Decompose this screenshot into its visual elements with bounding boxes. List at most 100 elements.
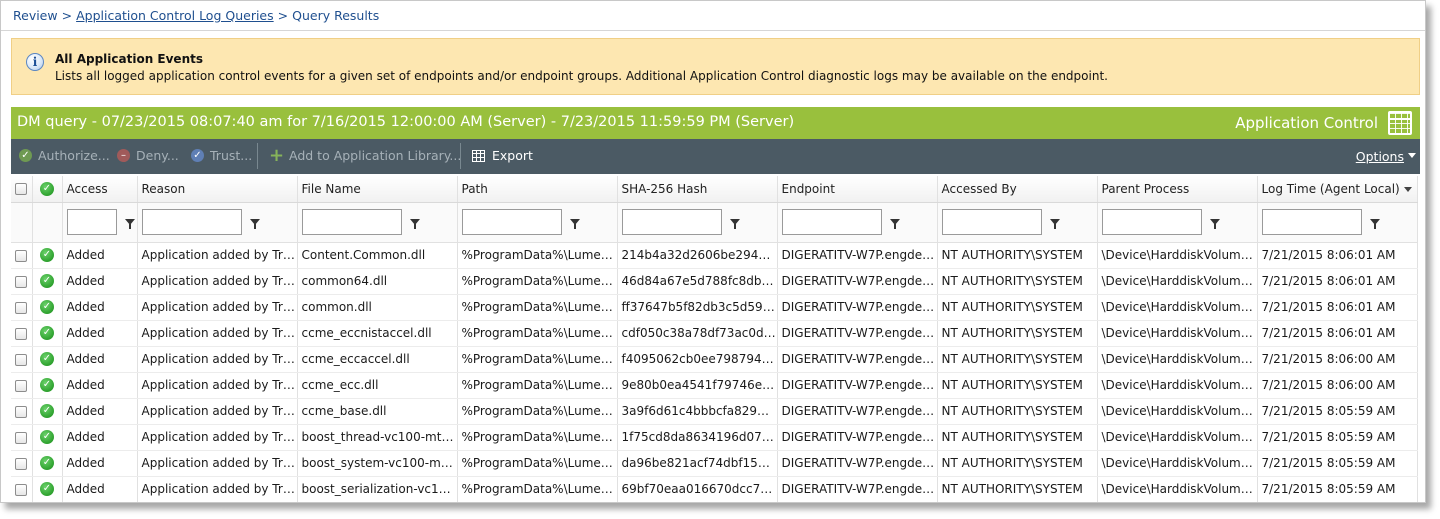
table-row[interactable]: ✓ Added Application added by Trust... commo… [11,294,1418,321]
breadcrumb-log-queries[interactable]: Application Control Log Queries [76,8,274,23]
breadcrumb-review[interactable]: Review [13,8,58,23]
checkbox[interactable] [15,431,28,444]
filter-parent-process-input[interactable] [1101,209,1202,235]
filter-endpoint-input[interactable] [781,209,882,235]
add-to-library-button[interactable]: + Add to Application Library... [269,145,461,166]
filter-funnel-icon[interactable] [1049,219,1060,229]
path-cell: %ProgramData%\Lumensio... [457,242,618,269]
row-checkbox[interactable] [11,372,33,399]
row-checkbox[interactable] [11,346,33,373]
column-header-sha256[interactable]: SHA-256 Hash [617,176,778,203]
row-checkbox[interactable] [11,424,33,451]
reason-cell: Application added by Trust... [137,398,298,425]
column-header-file-name[interactable]: File Name [297,176,458,203]
checkbox[interactable] [15,275,28,288]
column-header-access[interactable]: Access [62,176,138,203]
select-all-checkbox[interactable] [11,176,33,203]
export-button[interactable]: Export [472,148,533,163]
reason-cell: Application added by Trust... [137,372,298,399]
table-row[interactable]: ✓ Added Application added by Trust... ccme_… [11,346,1418,373]
parent-process-cell: \Device\HarddiskVolume1\P... [1097,242,1258,269]
trust-button[interactable]: ✓ Trust... [191,148,252,163]
row-checkbox[interactable] [11,320,33,347]
row-checkbox[interactable] [11,268,33,295]
filter-access-input[interactable] [66,209,117,235]
filter-funnel-icon[interactable] [1369,219,1380,229]
file-name-cell: common.dll [297,294,458,321]
table-row[interactable]: ✓ Added Application added by Trust... boost… [11,450,1418,477]
filter-funnel-icon[interactable] [889,219,900,229]
checkbox[interactable] [15,249,28,262]
reason-cell: Application added by Trust... [137,320,298,347]
info-icon: i [26,53,44,71]
checkbox[interactable] [15,353,28,366]
check-circle-icon: ✓ [40,182,54,196]
path-cell: %ProgramData%\Lumensio... [457,372,618,399]
column-header-reason[interactable]: Reason [137,176,298,203]
table-row[interactable]: ✓ Added Application added by Trust... boost… [11,424,1418,451]
table-row[interactable]: ✓ Added Application added by Trust... ccme_… [11,320,1418,347]
table-row[interactable]: ✓ Added Application added by Trust... commo… [11,268,1418,295]
deny-button[interactable]: – Deny... [117,148,179,163]
status-cell: ✓ [32,268,63,295]
results-table: ✓ Access Reason File Name Path SHA-256 H… [11,176,1418,502]
filter-parent-process-cell [1097,202,1258,243]
table-row[interactable]: ✓ Added Application added by Trust... ccme_… [11,372,1418,399]
column-header-endpoint[interactable]: Endpoint [777,176,938,203]
status-cell: ✓ [32,320,63,347]
filter-endpoint-cell [777,202,938,243]
reason-cell: Application added by Trust... [137,450,298,477]
row-checkbox[interactable] [11,450,33,477]
column-header-accessed-by[interactable]: Accessed By [937,176,1098,203]
checkbox[interactable] [15,483,28,496]
table-row[interactable]: ✓ Added Application added by Trust... Conte… [11,242,1418,269]
checkbox[interactable] [15,457,28,470]
accessed-by-cell: NT AUTHORITY\SYSTEM [937,372,1098,399]
table-row[interactable]: ✓ Added Application added by Trust... boost… [11,476,1418,502]
endpoint-cell: DIGERATITV-W7P.engdev.lu... [777,320,938,347]
row-checkbox[interactable] [11,242,33,269]
filter-sha256-input[interactable] [621,209,722,235]
row-checkbox[interactable] [11,398,33,425]
filter-funnel-icon[interactable] [569,219,580,229]
check-circle-icon: ✓ [40,456,54,471]
plus-icon: + [269,145,285,166]
sha256-cell: 1f75cd8da8634196d07e1e6... [617,424,778,451]
log-time-cell: 7/21/2015 8:06:00 AM [1257,346,1418,373]
reason-cell: Application added by Trust... [137,268,298,295]
filter-funnel-icon[interactable] [124,219,135,229]
log-time-cell: 7/21/2015 8:06:01 AM [1257,294,1418,321]
trust-check-icon: ✓ [191,149,204,162]
options-menu[interactable]: Options [1356,149,1404,164]
filter-accessed-by-input[interactable] [941,209,1042,235]
checkbox[interactable] [15,301,28,314]
filter-file-name-cell [297,202,458,243]
filter-path-input[interactable] [461,209,562,235]
row-checkbox[interactable] [11,476,33,502]
filter-file-name-input[interactable] [301,209,402,235]
status-cell: ✓ [32,294,63,321]
log-time-cell: 7/21/2015 8:05:59 AM [1257,398,1418,425]
column-header-log-time[interactable]: Log Time (Agent Local) [1257,176,1418,203]
filter-funnel-icon[interactable] [409,219,420,229]
path-cell: %ProgramData%\Lumensio... [457,398,618,425]
row-checkbox[interactable] [11,294,33,321]
filter-funnel-icon[interactable] [249,219,260,229]
options-caret-icon[interactable] [1408,153,1416,158]
access-cell: Added [62,450,138,477]
column-header-parent-process[interactable]: Parent Process [1097,176,1258,203]
parent-process-cell: \Device\HarddiskVolume1\P... [1097,320,1258,347]
table-row[interactable]: ✓ Added Application added by Trust... ccme_… [11,398,1418,425]
checkbox[interactable] [15,405,28,418]
accessed-by-cell: NT AUTHORITY\SYSTEM [937,476,1098,502]
endpoint-cell: DIGERATITV-W7P.engdev.lu... [777,450,938,477]
path-cell: %ProgramData%\Lumensio... [457,294,618,321]
filter-reason-input[interactable] [141,209,242,235]
authorize-button[interactable]: ✓ Authorize... [19,148,110,163]
filter-log-time-input[interactable] [1261,209,1362,235]
filter-funnel-icon[interactable] [729,219,740,229]
checkbox[interactable] [15,379,28,392]
filter-funnel-icon[interactable] [1209,219,1220,229]
column-header-path[interactable]: Path [457,176,618,203]
checkbox[interactable] [15,327,28,340]
